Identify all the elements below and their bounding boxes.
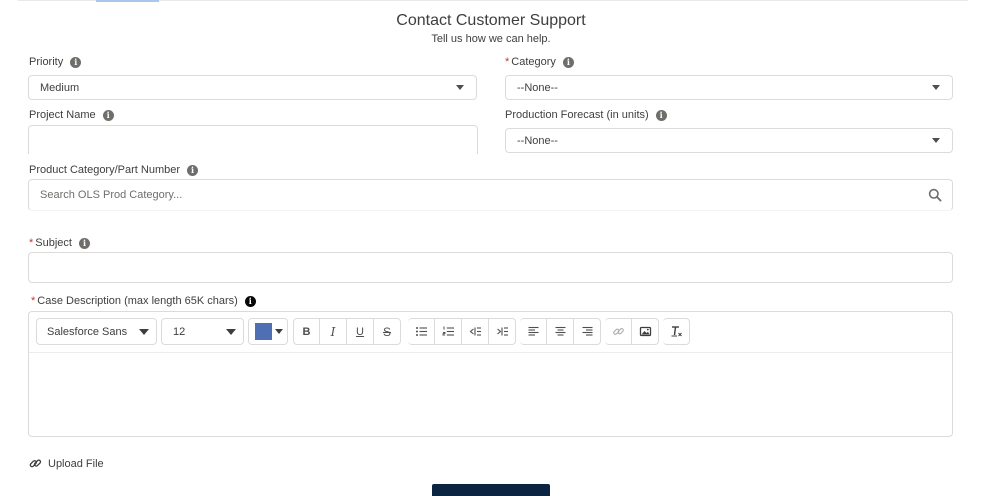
text-color-picker[interactable]: [248, 318, 288, 345]
production-forecast-value: --None--: [517, 134, 558, 147]
subject-label-text: Subject: [35, 237, 72, 249]
submit-button[interactable]: [432, 484, 550, 496]
subject-info-icon[interactable]: i: [78, 237, 90, 249]
required-indicator: *: [31, 295, 36, 307]
underline-icon: U: [356, 325, 364, 338]
subject-input[interactable]: [28, 252, 953, 283]
chevron-down-icon: [226, 328, 236, 335]
chevron-down-icon: [139, 328, 149, 335]
chevron-down-icon: [932, 85, 940, 90]
chevron-down-icon: [456, 85, 464, 90]
toolbar-divider: [29, 352, 952, 353]
clear-formatting-button[interactable]: [663, 318, 690, 345]
project-name-label-text: Project Name: [29, 109, 96, 121]
priority-label-text: Priority: [29, 56, 64, 68]
image-icon: [639, 326, 651, 337]
font-family-value: Salesforce Sans: [47, 325, 128, 338]
category-label: * Category i: [505, 56, 574, 68]
font-size-value: 12: [173, 325, 186, 338]
production-forecast-info-icon[interactable]: i: [655, 109, 667, 121]
clear-formatting-icon: [671, 326, 682, 337]
project-name-info-icon[interactable]: i: [102, 109, 114, 121]
link-icon: [612, 328, 624, 335]
font-family-select[interactable]: Salesforce Sans: [36, 318, 157, 345]
top-divider: [18, 0, 968, 1]
product-category-search[interactable]: Search OLS Prod Category...: [28, 179, 953, 211]
strikethrough-icon: S: [382, 324, 391, 339]
production-forecast-label-text: Production Forecast (in units): [505, 109, 649, 121]
underline-button[interactable]: U: [347, 318, 374, 345]
bulleted-list-button[interactable]: [408, 318, 435, 345]
upload-file-link[interactable]: Upload File: [29, 457, 104, 470]
italic-icon: I: [330, 324, 336, 339]
category-info-icon[interactable]: i: [562, 56, 574, 68]
production-forecast-label: Production Forecast (in units) i: [505, 109, 667, 121]
numbered-list-icon: [442, 326, 454, 336]
priority-select[interactable]: Medium: [28, 75, 477, 100]
search-icon[interactable]: [928, 188, 942, 202]
outdent-icon: [469, 327, 481, 336]
case-description-info-icon[interactable]: i: [244, 295, 256, 307]
indent-icon: [496, 327, 508, 336]
case-description-label-text: Case Description (max length 65K chars): [37, 295, 238, 307]
upload-file-label: Upload File: [48, 457, 104, 470]
priority-info-icon[interactable]: i: [70, 56, 82, 68]
numbered-list-button[interactable]: [435, 318, 462, 345]
production-forecast-select[interactable]: --None--: [505, 128, 953, 153]
case-description-label: * Case Description (max length 65K chars…: [31, 295, 256, 307]
align-center-button[interactable]: [547, 318, 574, 345]
indent-button[interactable]: [489, 318, 516, 345]
chevron-down-icon: [275, 329, 283, 334]
bulleted-list-icon: [415, 327, 427, 336]
category-select[interactable]: --None--: [505, 75, 953, 100]
insert-link-button[interactable]: [605, 318, 632, 345]
italic-button[interactable]: I: [320, 318, 347, 345]
product-category-info-icon[interactable]: i: [187, 164, 199, 176]
bold-icon: B: [302, 325, 311, 338]
align-center-icon: [555, 326, 565, 336]
category-value: --None--: [517, 81, 558, 94]
outdent-button[interactable]: [462, 318, 489, 345]
product-category-label: Product Category/Part Number i: [29, 164, 199, 176]
page-subtitle: Tell us how we can help.: [431, 33, 551, 45]
rich-text-body[interactable]: [30, 354, 951, 435]
chevron-down-icon: [932, 138, 940, 143]
align-right-icon: [582, 326, 592, 336]
font-size-select[interactable]: 12: [161, 318, 244, 345]
bold-button[interactable]: B: [293, 318, 320, 345]
subject-label: * Subject i: [29, 237, 90, 249]
product-category-label-text: Product Category/Part Number: [29, 164, 181, 176]
page-title: Contact Customer Support: [396, 12, 586, 29]
align-left-icon: [528, 326, 538, 336]
top-tab-indicator: [96, 0, 159, 2]
category-label-text: Category: [511, 56, 556, 68]
align-right-button[interactable]: [574, 318, 601, 345]
paperclip-icon: [29, 459, 42, 468]
priority-label: Priority i: [29, 56, 82, 68]
color-swatch: [255, 323, 272, 340]
required-indicator: *: [29, 237, 34, 249]
project-name-label: Project Name i: [29, 109, 114, 121]
align-left-button[interactable]: [520, 318, 547, 345]
project-name-input[interactable]: [28, 125, 478, 154]
insert-image-button[interactable]: [632, 318, 659, 345]
strikethrough-button[interactable]: S: [374, 318, 401, 345]
required-indicator: *: [505, 56, 510, 68]
priority-value: Medium: [40, 81, 80, 94]
product-category-placeholder: Search OLS Prod Category...: [40, 189, 183, 201]
